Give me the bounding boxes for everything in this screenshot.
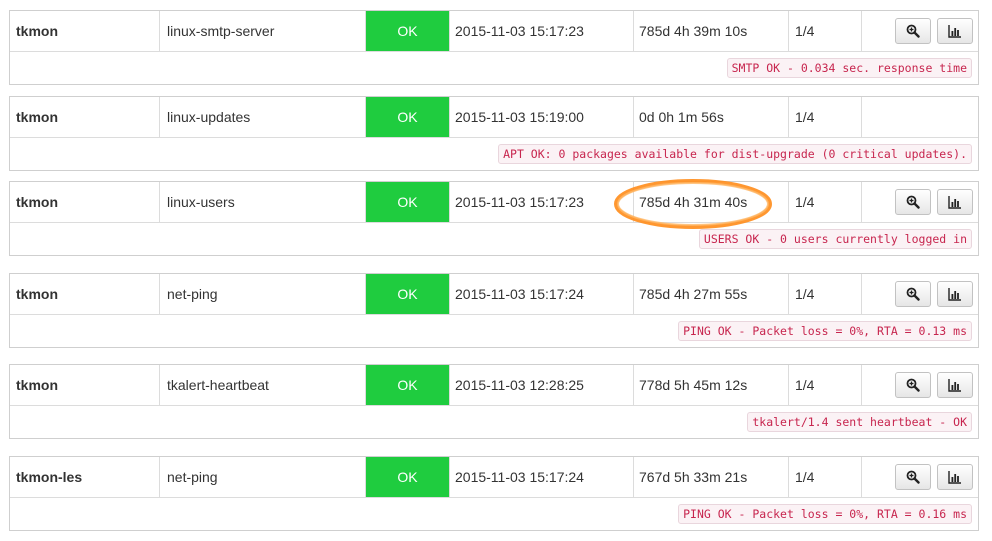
bar-chart-icon <box>948 24 961 38</box>
host-name[interactable]: tkmon <box>10 97 160 137</box>
service-name[interactable]: net-ping <box>160 274 366 314</box>
plugin-output: PING OK - Packet loss = 0%, RTA = 0.13 m… <box>678 321 972 341</box>
actions-cell <box>862 182 978 222</box>
graph-button[interactable] <box>937 464 973 490</box>
service-row: tkmon linux-users OK 2015-11-03 15:17:23… <box>10 182 978 223</box>
service-entry: tkmon linux-smtp-server OK 2015-11-03 15… <box>9 10 979 85</box>
service-row: tkmon-les net-ping OK 2015-11-03 15:17:2… <box>10 457 978 498</box>
graph-button[interactable] <box>937 372 973 398</box>
service-entry: tkmon linux-updates OK 2015-11-03 15:19:… <box>9 96 979 171</box>
last-check-time: 2015-11-03 15:19:00 <box>450 97 634 137</box>
graph-button[interactable] <box>937 281 973 307</box>
last-check-time: 2015-11-03 15:17:23 <box>450 11 634 51</box>
graph-button[interactable] <box>937 189 973 215</box>
details-button[interactable] <box>895 281 931 307</box>
service-name[interactable]: linux-smtp-server <box>160 11 366 51</box>
last-check-time: 2015-11-03 15:17:23 <box>450 182 634 222</box>
service-entry: tkmon net-ping OK 2015-11-03 15:17:24 78… <box>9 273 979 348</box>
status-badge: OK <box>366 97 450 137</box>
last-check-time: 2015-11-03 12:28:25 <box>450 365 634 405</box>
service-entry: tkmon-les net-ping OK 2015-11-03 15:17:2… <box>9 456 979 531</box>
service-row: tkmon linux-updates OK 2015-11-03 15:19:… <box>10 97 978 138</box>
state-duration: 0d 0h 1m 56s <box>634 97 789 137</box>
plugin-output: USERS OK - 0 users currently logged in <box>698 229 972 249</box>
last-check-time: 2015-11-03 15:17:24 <box>450 274 634 314</box>
actions-cell <box>862 274 978 314</box>
check-attempt: 1/4 <box>789 11 862 51</box>
state-duration: 785d 4h 39m 10s <box>634 11 789 51</box>
service-row: tkmon tkalert-heartbeat OK 2015-11-03 12… <box>10 365 978 406</box>
status-badge: OK <box>366 11 450 51</box>
service-entry: tkmon linux-users OK 2015-11-03 15:17:23… <box>9 181 979 256</box>
check-attempt: 1/4 <box>789 97 862 137</box>
zoom-icon <box>906 195 920 209</box>
service-row: tkmon linux-smtp-server OK 2015-11-03 15… <box>10 11 978 52</box>
host-name[interactable]: tkmon-les <box>10 457 160 497</box>
details-button[interactable] <box>895 189 931 215</box>
actions-cell <box>862 365 978 405</box>
status-badge: OK <box>366 365 450 405</box>
service-name[interactable]: tkalert-heartbeat <box>160 365 366 405</box>
plugin-output: APT OK: 0 packages available for dist-up… <box>498 144 972 164</box>
plugin-output: PING OK - Packet loss = 0%, RTA = 0.16 m… <box>678 504 972 524</box>
service-name[interactable]: linux-updates <box>160 97 366 137</box>
details-button[interactable] <box>895 18 931 44</box>
bar-chart-icon <box>948 287 961 301</box>
plugin-output: SMTP OK - 0.034 sec. response time <box>726 58 972 78</box>
actions-cell <box>862 11 978 51</box>
host-name[interactable]: tkmon <box>10 182 160 222</box>
bar-chart-icon <box>948 378 961 392</box>
graph-button[interactable] <box>937 18 973 44</box>
plugin-output-row: USERS OK - 0 users currently logged in <box>10 223 978 255</box>
zoom-icon <box>906 378 920 392</box>
check-attempt: 1/4 <box>789 182 862 222</box>
plugin-output-row: APT OK: 0 packages available for dist-up… <box>10 138 978 170</box>
actions-cell <box>862 457 978 497</box>
details-button[interactable] <box>895 464 931 490</box>
state-duration: 778d 5h 45m 12s <box>634 365 789 405</box>
status-badge: OK <box>366 457 450 497</box>
actions-cell <box>862 97 978 137</box>
last-check-time: 2015-11-03 15:17:24 <box>450 457 634 497</box>
plugin-output-row: SMTP OK - 0.034 sec. response time <box>10 52 978 84</box>
service-name[interactable]: net-ping <box>160 457 366 497</box>
plugin-output-row: tkalert/1.4 sent heartbeat - OK <box>10 406 978 438</box>
bar-chart-icon <box>948 470 961 484</box>
status-badge: OK <box>366 182 450 222</box>
zoom-icon <box>906 287 920 301</box>
service-row: tkmon net-ping OK 2015-11-03 15:17:24 78… <box>10 274 978 315</box>
bar-chart-icon <box>948 195 961 209</box>
service-name[interactable]: linux-users <box>160 182 366 222</box>
host-name[interactable]: tkmon <box>10 11 160 51</box>
state-duration: 767d 5h 33m 21s <box>634 457 789 497</box>
plugin-output: tkalert/1.4 sent heartbeat - OK <box>747 412 972 432</box>
details-button[interactable] <box>895 372 931 398</box>
check-attempt: 1/4 <box>789 365 862 405</box>
zoom-icon <box>906 470 920 484</box>
check-attempt: 1/4 <box>789 457 862 497</box>
state-duration: 785d 4h 31m 40s <box>634 182 789 222</box>
plugin-output-row: PING OK - Packet loss = 0%, RTA = 0.16 m… <box>10 498 978 530</box>
check-attempt: 1/4 <box>789 274 862 314</box>
service-entry: tkmon tkalert-heartbeat OK 2015-11-03 12… <box>9 364 979 439</box>
zoom-icon <box>906 24 920 38</box>
host-name[interactable]: tkmon <box>10 274 160 314</box>
plugin-output-row: PING OK - Packet loss = 0%, RTA = 0.13 m… <box>10 315 978 347</box>
status-badge: OK <box>366 274 450 314</box>
host-name[interactable]: tkmon <box>10 365 160 405</box>
state-duration: 785d 4h 27m 55s <box>634 274 789 314</box>
